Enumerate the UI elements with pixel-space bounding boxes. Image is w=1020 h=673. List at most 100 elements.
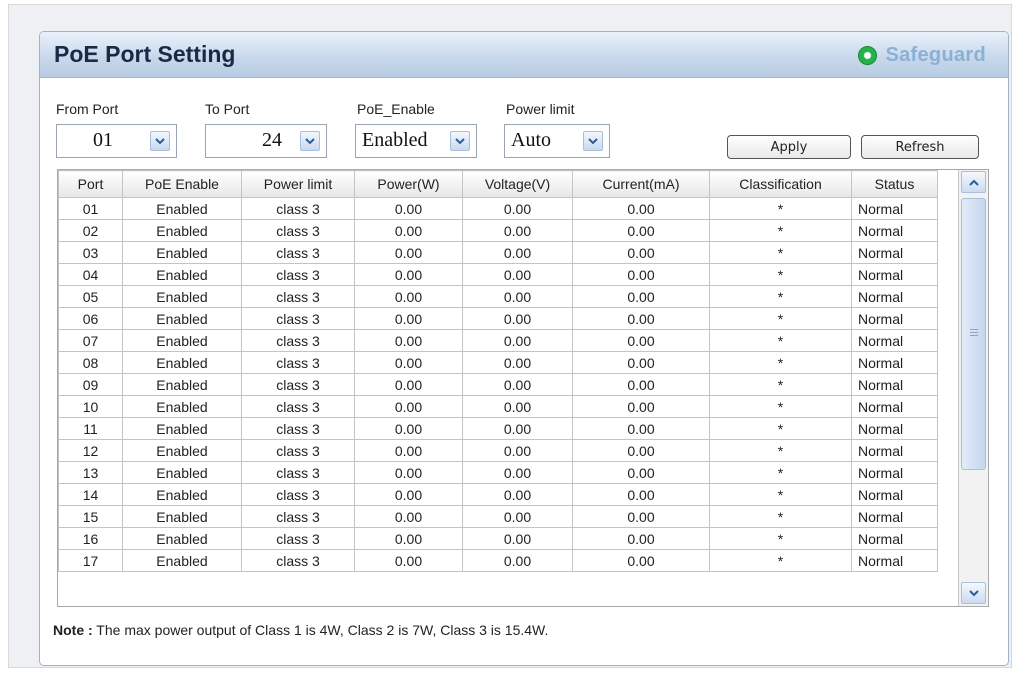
power-limit-value: Auto	[511, 129, 551, 151]
cell-power: 0.00	[354, 461, 463, 484]
table-row: 14 Enabled class 3 0.00 0.00 0.00 * Normal	[58, 483, 938, 506]
cell-classification: *	[709, 329, 852, 352]
cell-voltage: 0.00	[462, 285, 573, 308]
cell-poe-enable: Enabled	[122, 197, 242, 220]
cell-status: Normal	[851, 395, 938, 418]
cell-voltage: 0.00	[462, 373, 573, 396]
cell-power: 0.00	[354, 483, 463, 506]
cell-power: 0.00	[354, 395, 463, 418]
cell-classification: *	[709, 285, 852, 308]
cell-power-limit: class 3	[241, 417, 355, 440]
table-row: 17 Enabled class 3 0.00 0.00 0.00 * Normal	[58, 549, 938, 572]
port-table: Port PoE Enable Power limit Power(W) Vol…	[58, 170, 938, 572]
cell-classification: *	[709, 483, 852, 506]
cell-current: 0.00	[572, 461, 710, 484]
cell-poe-enable: Enabled	[122, 505, 242, 528]
cell-poe-enable: Enabled	[122, 417, 242, 440]
refresh-button[interactable]: Refresh	[861, 135, 979, 159]
cell-voltage: 0.00	[462, 527, 573, 550]
cell-poe-enable: Enabled	[122, 285, 242, 308]
cell-classification: *	[709, 505, 852, 528]
cell-status: Normal	[851, 373, 938, 396]
note-prefix: Note :	[53, 622, 93, 638]
cell-current: 0.00	[572, 417, 710, 440]
cell-status: Normal	[851, 417, 938, 440]
cell-status: Normal	[851, 505, 938, 528]
column-header-classification: Classification	[709, 170, 852, 198]
panel-header: PoE Port Setting Safeguard	[40, 32, 1008, 78]
cell-status: Normal	[851, 527, 938, 550]
cell-voltage: 0.00	[462, 549, 573, 572]
cell-power-limit: class 3	[241, 241, 355, 264]
column-header-current: Current(mA)	[572, 170, 710, 198]
from-port-select[interactable]: 01	[56, 124, 177, 158]
poe-enable-select[interactable]: Enabled	[355, 124, 477, 158]
cell-voltage: 0.00	[462, 483, 573, 506]
power-limit-select[interactable]: Auto	[504, 124, 610, 158]
table-header-row: Port PoE Enable Power limit Power(W) Vol…	[58, 170, 938, 198]
cell-poe-enable: Enabled	[122, 373, 242, 396]
cell-voltage: 0.00	[462, 263, 573, 286]
cell-voltage: 0.00	[462, 395, 573, 418]
cell-power-limit: class 3	[241, 395, 355, 418]
cell-poe-enable: Enabled	[122, 549, 242, 572]
scrollbar-thumb[interactable]	[961, 198, 986, 470]
cell-port: 13	[58, 461, 123, 484]
cell-voltage: 0.00	[462, 329, 573, 352]
cell-classification: *	[709, 395, 852, 418]
cell-port: 16	[58, 527, 123, 550]
cell-poe-enable: Enabled	[122, 263, 242, 286]
to-port-select[interactable]: 24	[205, 124, 327, 158]
cell-poe-enable: Enabled	[122, 241, 242, 264]
cell-port: 09	[58, 373, 123, 396]
cell-power: 0.00	[354, 439, 463, 462]
cell-power-limit: class 3	[241, 439, 355, 462]
chevron-down-icon[interactable]	[150, 131, 170, 151]
cell-power-limit: class 3	[241, 285, 355, 308]
cell-poe-enable: Enabled	[122, 461, 242, 484]
cell-current: 0.00	[572, 329, 710, 352]
cell-power-limit: class 3	[241, 263, 355, 286]
scroll-up-arrow-icon[interactable]	[961, 171, 986, 193]
cell-voltage: 0.00	[462, 241, 573, 264]
cell-poe-enable: Enabled	[122, 351, 242, 374]
cell-power-limit: class 3	[241, 351, 355, 374]
cell-status: Normal	[851, 439, 938, 462]
cell-power: 0.00	[354, 329, 463, 352]
column-header-poe-enable: PoE Enable	[122, 170, 242, 198]
column-header-power-limit: Power limit	[241, 170, 355, 198]
cell-power-limit: class 3	[241, 373, 355, 396]
chevron-down-icon[interactable]	[450, 131, 470, 151]
cell-current: 0.00	[572, 483, 710, 506]
cell-power: 0.00	[354, 549, 463, 572]
apply-button[interactable]: Apply	[727, 135, 851, 159]
chevron-down-icon[interactable]	[583, 131, 603, 151]
poe-port-table: Port PoE Enable Power limit Power(W) Vol…	[57, 169, 989, 607]
table-row: 05 Enabled class 3 0.00 0.00 0.00 * Normal	[58, 285, 938, 308]
cell-port: 14	[58, 483, 123, 506]
cell-current: 0.00	[572, 219, 710, 242]
grip-icon	[970, 329, 978, 338]
scroll-down-arrow-icon[interactable]	[961, 582, 986, 604]
cell-power: 0.00	[354, 351, 463, 374]
cell-voltage: 0.00	[462, 439, 573, 462]
cell-voltage: 0.00	[462, 461, 573, 484]
safeguard-label: Safeguard	[885, 44, 986, 66]
poe-enable-label: PoE_Enable	[357, 101, 435, 117]
cell-port: 17	[58, 549, 123, 572]
cell-power-limit: class 3	[241, 483, 355, 506]
cell-current: 0.00	[572, 285, 710, 308]
chevron-down-icon[interactable]	[300, 131, 320, 151]
table-row: 10 Enabled class 3 0.00 0.00 0.00 * Normal	[58, 395, 938, 418]
cell-classification: *	[709, 439, 852, 462]
column-header-power: Power(W)	[354, 170, 463, 198]
cell-classification: *	[709, 351, 852, 374]
cell-classification: *	[709, 527, 852, 550]
from-port-value: 01	[93, 129, 113, 151]
power-note: Note : The max power output of Class 1 i…	[53, 622, 548, 638]
cell-power-limit: class 3	[241, 527, 355, 550]
cell-voltage: 0.00	[462, 197, 573, 220]
table-scrollbar[interactable]	[958, 170, 988, 606]
cell-power-limit: class 3	[241, 219, 355, 242]
cell-current: 0.00	[572, 307, 710, 330]
